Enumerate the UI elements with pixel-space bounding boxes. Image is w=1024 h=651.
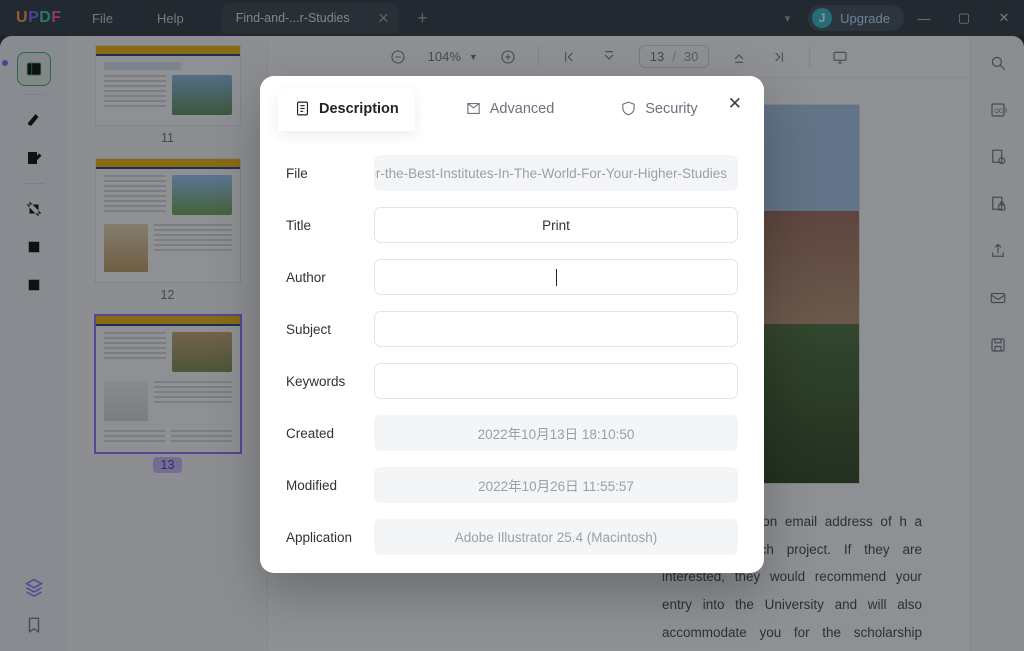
subject-label: Subject [286,322,374,337]
file-label: File [286,166,374,181]
active-indicator [2,60,8,66]
thumbnail[interactable] [96,46,240,125]
tab-label: Find-and-...r-Studies [236,11,350,25]
viewer-toolbar: 104%▼ 13 / 30 [268,36,970,78]
thumbnails-panel: 11 12 [68,36,268,651]
text-caret [556,269,557,286]
presentation-icon[interactable] [830,47,850,67]
search-icon[interactable] [989,54,1007,77]
first-page-icon[interactable] [559,47,579,67]
svg-text:OCR: OCR [994,109,1007,115]
avatar: J [812,8,832,28]
thumbnail-number: 12 [96,288,239,302]
keywords-field[interactable] [374,363,738,399]
modified-label: Modified [286,478,374,493]
upgrade-button[interactable]: J Upgrade [808,5,904,31]
window-controls: — ▢ ✕ [904,0,1024,36]
maximize-button[interactable]: ▢ [944,0,984,36]
ocr-icon[interactable]: OCR [989,101,1007,124]
title-label: Title [286,218,374,233]
created-label: Created [286,426,374,441]
application-label: Application [286,530,374,545]
tab-description[interactable]: Description [278,88,415,131]
panel-icon[interactable] [17,52,51,86]
layers-icon[interactable] [24,577,44,602]
thumbnail[interactable] [96,316,240,452]
mail-icon[interactable] [989,289,1007,312]
right-tool-rail: OCR [970,36,1024,651]
bookmark-icon[interactable] [25,616,43,639]
edit-text-icon[interactable] [17,141,51,175]
application-field: Adobe Illustrator 25.4 (Macintosh) [374,519,738,555]
upgrade-label: Upgrade [840,11,890,26]
zoom-value[interactable]: 104%▼ [428,49,478,64]
close-window-button[interactable]: ✕ [984,0,1024,36]
encrypt-icon[interactable] [989,195,1007,218]
minimize-button[interactable]: — [904,0,944,36]
modified-field: 2022年10月26日 11:55:57 [374,467,738,503]
menu-file[interactable]: File [70,11,135,26]
highlighter-icon[interactable] [17,103,51,137]
save-icon[interactable] [989,336,1007,359]
thumbnail-number: 13 [96,458,239,472]
modal-body: File y-For-the-Best-Institutes-In-The-Wo… [260,131,764,555]
titlebar: UPDF File Help Find-and-...r-Studies ✕ +… [0,0,1024,36]
prev-page-icon[interactable] [599,47,619,67]
author-field[interactable] [374,259,738,295]
document-tab[interactable]: Find-and-...r-Studies ✕ [222,3,400,33]
modal-tabs: Description Advanced Security ✕ [260,76,764,131]
zoom-in-icon[interactable] [498,47,518,67]
properties-modal: Description Advanced Security ✕ File y-F… [260,76,764,573]
file-field: y-For-the-Best-Institutes-In-The-World-F… [374,155,738,191]
crop-icon[interactable] [17,192,51,226]
app-logo: UPDF [0,9,70,27]
next-page-icon[interactable] [729,47,749,67]
rotate-icon[interactable] [17,230,51,264]
new-tab-button[interactable]: + [407,8,437,29]
tabs-dropdown-icon[interactable]: ▾ [767,12,809,25]
thumbnail-number: 11 [96,131,239,145]
page-indicator[interactable]: 13 / 30 [639,45,710,68]
page-gear-icon[interactable] [989,148,1007,171]
tab-security[interactable]: Security [604,88,713,131]
left-tool-rail [0,36,68,651]
chevron-down-icon[interactable]: ▼ [469,52,478,62]
menu-help[interactable]: Help [135,11,206,26]
subject-field[interactable] [374,311,738,347]
share-icon[interactable] [989,242,1007,265]
created-field: 2022年10月13日 18:10:50 [374,415,738,451]
zoom-out-icon[interactable] [388,47,408,67]
keywords-label: Keywords [286,374,374,389]
close-modal-icon[interactable]: ✕ [728,94,742,114]
tab-advanced[interactable]: Advanced [449,88,571,131]
title-field[interactable]: Print [374,207,738,243]
last-page-icon[interactable] [769,47,789,67]
close-tab-icon[interactable]: ✕ [378,10,390,27]
author-label: Author [286,270,374,285]
thumbnail[interactable] [96,159,240,282]
refresh-icon[interactable] [17,268,51,302]
